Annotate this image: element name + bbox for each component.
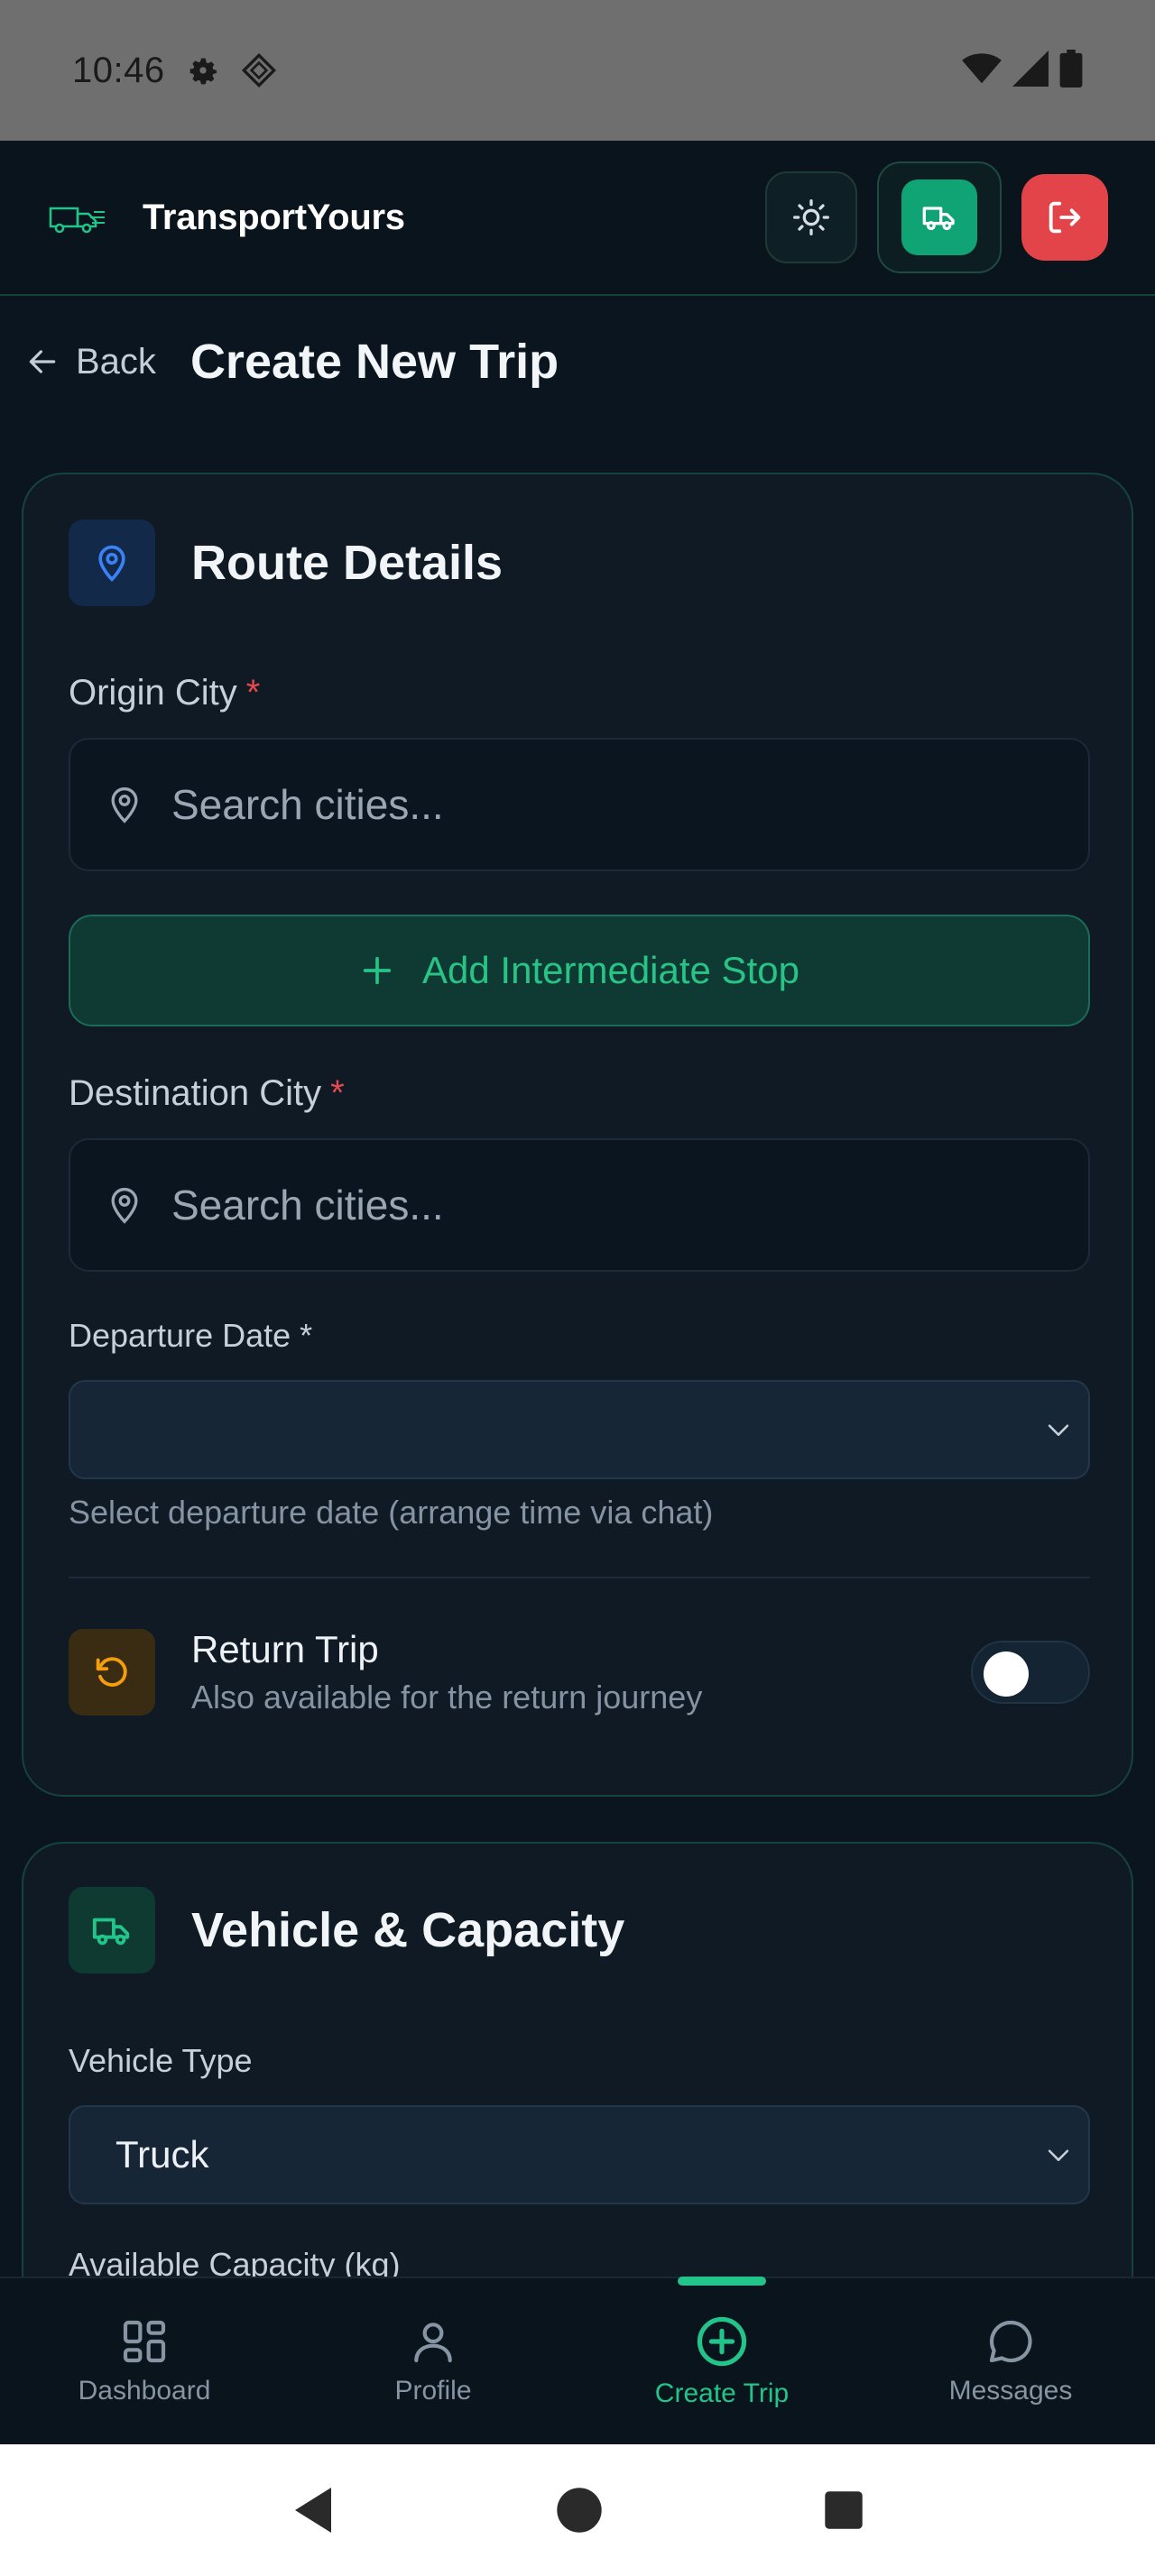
truck-logo-icon — [47, 199, 106, 235]
map-pin-icon — [69, 520, 155, 606]
destination-city-input[interactable]: Search cities... — [69, 1138, 1090, 1272]
origin-city-input[interactable]: Search cities... — [69, 738, 1090, 871]
toggle-knob — [984, 1651, 1029, 1697]
grid-icon — [123, 2320, 166, 2363]
required-mark: * — [245, 673, 261, 713]
vehicle-type-select[interactable]: Truck — [69, 2105, 1090, 2204]
page-title-bar: Back Create New Trip — [25, 334, 559, 390]
truck-icon — [922, 207, 955, 231]
theme-toggle-button[interactable] — [765, 171, 857, 263]
user-icon — [414, 2323, 452, 2363]
sun-icon — [793, 199, 829, 235]
recents-square-icon[interactable] — [823, 2489, 864, 2531]
back-button[interactable]: Back — [25, 342, 156, 382]
trips-button-frame[interactable] — [877, 161, 1002, 273]
active-tab-indicator — [678, 2277, 766, 2286]
nav-dashboard[interactable]: Dashboard — [0, 2278, 289, 2444]
destination-city-placeholder: Search cities... — [171, 1182, 444, 1228]
destination-city-label: Destination City * — [69, 1073, 345, 1113]
battery-icon — [1059, 49, 1083, 92]
status-time: 10:46 — [72, 50, 165, 90]
section-divider — [69, 1577, 1090, 1578]
origin-city-placeholder: Search cities... — [171, 781, 444, 828]
nav-messages[interactable]: Messages — [866, 2278, 1155, 2444]
signal-icon — [1012, 50, 1049, 91]
trips-button[interactable] — [901, 179, 977, 255]
departure-date-hint: Select departure date (arrange time via … — [69, 1494, 714, 1531]
location-pin-icon — [111, 1187, 138, 1224]
chat-bubble-icon — [989, 2320, 1032, 2363]
logout-button[interactable] — [1021, 174, 1108, 261]
page-title: Create New Trip — [189, 335, 559, 389]
system-navigation-bar — [0, 2444, 1155, 2576]
chevron-down-icon — [1048, 1424, 1069, 1436]
chevron-down-icon — [1048, 2149, 1069, 2161]
departure-date-select[interactable] — [69, 1380, 1090, 1479]
departure-date-label: Departure Date * — [69, 1317, 313, 1354]
return-trip-title: Return Trip — [191, 1628, 379, 1670]
plus-circle-icon — [697, 2316, 747, 2367]
vehicle-type-label: Vehicle Type — [69, 2042, 253, 2079]
return-trip-toggle[interactable] — [971, 1641, 1090, 1704]
app-name: TransportYours — [143, 197, 405, 237]
plus-icon — [363, 956, 392, 985]
nav-profile[interactable]: Profile — [289, 2278, 578, 2444]
diamond-status-icon — [241, 52, 277, 88]
location-pin-icon — [111, 787, 138, 823]
nav-create-trip[interactable]: Create Trip — [578, 2277, 866, 2444]
home-circle-icon[interactable] — [556, 2487, 603, 2534]
app-header: TransportYours — [0, 141, 1155, 296]
vehicle-type-value: Truck — [116, 2133, 209, 2176]
status-bar: 10:46 — [0, 0, 1155, 141]
bottom-navigation: Dashboard Profile Create Trip Messages — [0, 2277, 1155, 2444]
logout-icon — [1049, 201, 1081, 234]
rotate-ccw-icon — [69, 1629, 155, 1716]
vehicle-capacity-title: Vehicle & Capacity — [191, 1903, 625, 1957]
wifi-icon — [962, 51, 1002, 91]
back-triangle-icon[interactable] — [291, 2485, 336, 2535]
back-label: Back — [76, 341, 156, 382]
required-mark: * — [330, 1073, 345, 1113]
return-trip-row: Return Trip Also available for the retur… — [69, 1627, 1090, 1717]
return-trip-subtitle: Also available for the return journey — [191, 1679, 703, 1716]
settings-status-icon — [185, 52, 221, 88]
route-details-title: Route Details — [191, 536, 504, 590]
truck-icon — [69, 1887, 155, 1973]
origin-city-label: Origin City * — [69, 673, 261, 713]
add-intermediate-stop-button[interactable]: Add Intermediate Stop — [69, 915, 1090, 1026]
arrow-left-icon — [29, 350, 56, 373]
route-details-card: Route Details Origin City * Search cities… — [22, 473, 1133, 1797]
